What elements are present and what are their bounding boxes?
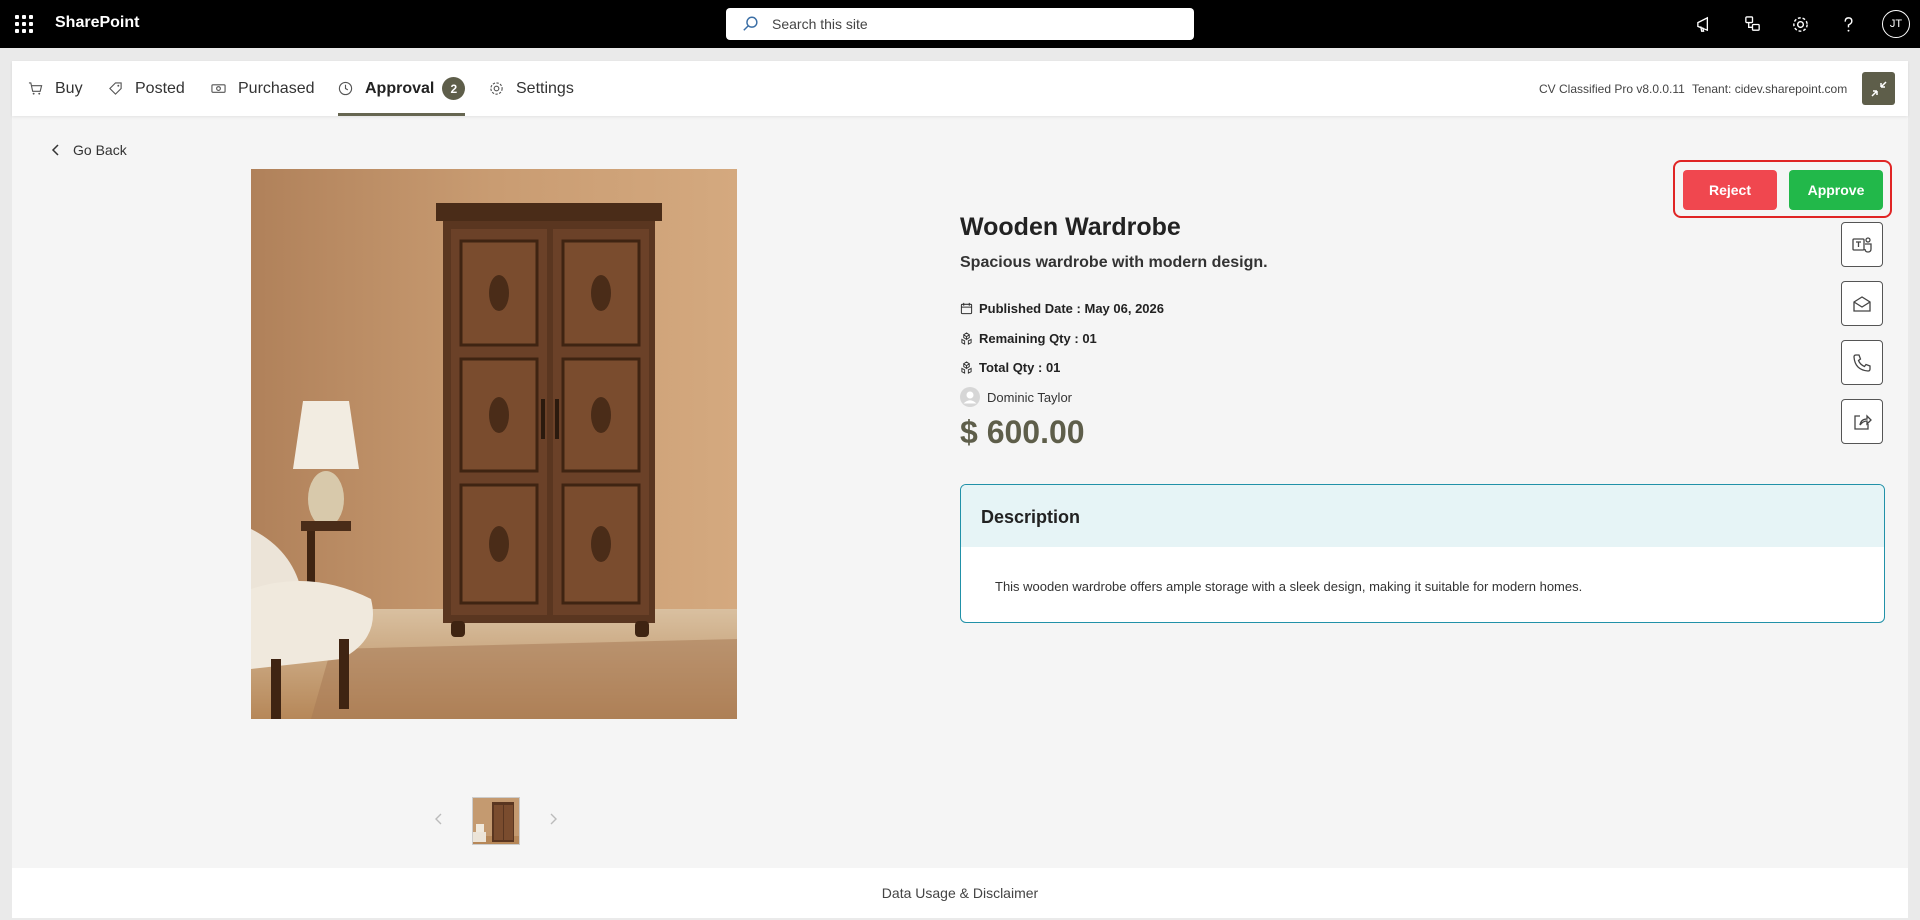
boxes-icon <box>961 361 972 374</box>
gear-icon <box>490 82 503 95</box>
brand-name[interactable]: SharePoint <box>55 14 139 32</box>
help-button[interactable] <box>1824 0 1872 48</box>
tab-approval[interactable]: Approval 2 <box>338 61 466 116</box>
product-subtitle: Spacious wardrobe with modern design. <box>960 254 1268 271</box>
chevron-right-icon <box>550 813 557 824</box>
megaphone-icon <box>1696 16 1708 32</box>
money-icon <box>211 84 226 93</box>
calendar-icon <box>960 302 973 315</box>
cart-icon <box>28 82 43 95</box>
tab-label: Buy <box>55 79 83 97</box>
suite-bar: SharePoint Search this site JT <box>0 0 1920 48</box>
product-price: $ 600.00 <box>960 414 1085 450</box>
thumbnail-carousel <box>432 797 560 845</box>
person-avatar-icon <box>960 387 980 407</box>
boxes-icon <box>961 332 972 345</box>
share-icon <box>1854 413 1872 430</box>
settings-button[interactable] <box>1776 0 1824 48</box>
phone-icon <box>1853 353 1871 372</box>
description-panel: Description This wooden wardrobe offers … <box>960 484 1885 623</box>
carousel-prev-button[interactable] <box>432 812 446 831</box>
remaining-qty: Remaining Qty : 01 <box>960 331 1097 346</box>
tab-buy[interactable]: Buy <box>28 61 83 116</box>
app-version: CV Classified Pro v8.0.0.11 <box>1539 82 1685 96</box>
tab-label: Approval <box>365 79 435 97</box>
tab-purchased[interactable]: Purchased <box>211 61 315 116</box>
tab-label: Posted <box>135 79 185 97</box>
description-heading: Description <box>961 485 1884 547</box>
product-title: Wooden Wardrobe <box>960 213 1181 241</box>
account-button[interactable]: JT <box>1872 0 1920 48</box>
published-date: Published Date : May 06, 2026 <box>960 301 1164 316</box>
chevron-left-icon <box>435 813 442 824</box>
suite-bar-actions: JT <box>1680 0 1920 48</box>
tenant-label: Tenant: cidev.sharepoint.com <box>1692 82 1848 96</box>
seller-info: Dominic Taylor <box>960 387 1072 407</box>
chevron-left-icon <box>51 144 59 156</box>
go-back-label: Go Back <box>73 142 127 158</box>
share-button[interactable] <box>1841 399 1883 444</box>
call-button[interactable] <box>1841 340 1883 385</box>
teams-chat-button[interactable] <box>1841 222 1883 267</box>
total-qty: Total Qty : 01 <box>960 360 1060 375</box>
thumbnail-image[interactable] <box>472 797 520 845</box>
reject-button[interactable]: Reject <box>1683 170 1777 210</box>
mail-icon <box>1853 295 1871 312</box>
search-icon <box>743 16 758 31</box>
description-text: This wooden wardrobe offers ample storag… <box>995 579 1583 594</box>
megaphone-button[interactable] <box>1680 0 1728 48</box>
published-label: Published Date : <box>979 301 1081 316</box>
question-icon <box>1843 16 1853 32</box>
tab-label: Settings <box>516 79 574 97</box>
approve-button[interactable]: Approve <box>1789 170 1883 210</box>
product-image <box>251 169 737 719</box>
tab-label: Purchased <box>238 79 315 97</box>
app-switch-button[interactable] <box>1728 0 1776 48</box>
collapse-icon <box>1870 80 1887 97</box>
remaining-label: Remaining Qty : <box>979 331 1079 346</box>
tab-settings[interactable]: Settings <box>489 61 574 116</box>
remaining-value: 01 <box>1082 331 1097 346</box>
teams-icon <box>1852 236 1872 253</box>
gear-icon <box>1792 16 1808 32</box>
carousel-next-button[interactable] <box>546 812 560 831</box>
email-button[interactable] <box>1841 281 1883 326</box>
app-launcher-icon[interactable] <box>12 12 36 36</box>
exit-fullscreen-button[interactable] <box>1862 72 1895 105</box>
tab-posted[interactable]: Posted <box>108 61 185 116</box>
disclaimer-link[interactable]: Data Usage & Disclaimer <box>882 885 1038 901</box>
search-box[interactable]: Search this site <box>726 8 1194 40</box>
tag-icon <box>109 82 122 95</box>
contact-actions <box>1841 222 1883 458</box>
app-navbar: Buy Posted Purchased Approval 2 Settings… <box>12 61 1908 116</box>
search-input[interactable]: Search this site <box>772 16 868 32</box>
total-label: Total Qty : <box>979 360 1043 375</box>
content-card: Buy Posted Purchased Approval 2 Settings… <box>12 61 1908 918</box>
seller-name[interactable]: Dominic Taylor <box>987 390 1072 405</box>
total-value: 01 <box>1045 360 1061 375</box>
approval-count-badge: 2 <box>442 77 466 100</box>
flow-icon <box>1744 15 1760 31</box>
page-footer: Data Usage & Disclaimer <box>12 868 1908 918</box>
user-avatar: JT <box>1882 10 1910 38</box>
clock-icon <box>338 81 353 96</box>
published-value: May 06, 2026 <box>1084 301 1164 316</box>
go-back-link[interactable]: Go Back <box>49 142 127 158</box>
approval-actions: Reject Approve <box>1673 160 1892 218</box>
